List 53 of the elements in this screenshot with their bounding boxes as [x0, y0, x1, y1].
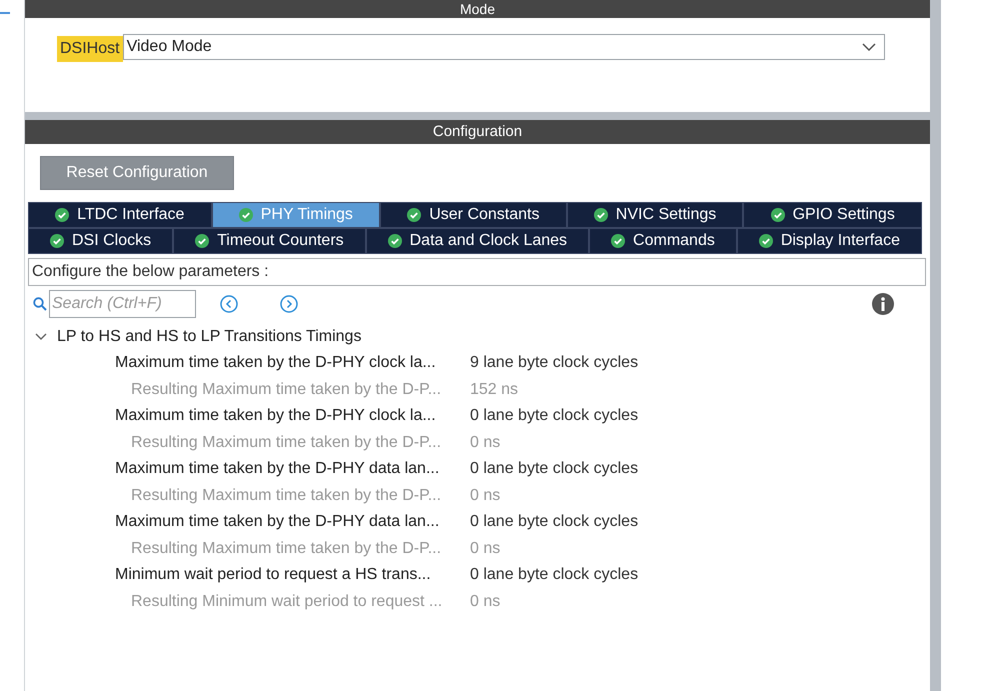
- tab[interactable]: Data and Clock Lanes: [366, 228, 590, 254]
- parameter-value[interactable]: 9 lane byte clock cycles: [470, 354, 638, 372]
- result-value: 0 ns: [470, 434, 500, 452]
- tab[interactable]: Display Interface: [736, 228, 922, 254]
- result-name: Resulting Maximum time taken by the D-P...: [131, 540, 442, 558]
- tab[interactable]: User Constants: [380, 202, 567, 228]
- check-icon: [758, 234, 773, 248]
- result-value: 0 ns: [470, 540, 500, 558]
- chevron-icon: [35, 333, 47, 341]
- result-name: Resulting Maximum time taken by the D-P...: [131, 486, 442, 505]
- result-name: Resulting Maximum time taken by the D-P...: [131, 380, 442, 399]
- check-icon: [594, 208, 608, 222]
- check-icon: [238, 208, 253, 222]
- parameter-value[interactable]: 0 lane byte clock cycles: [470, 566, 638, 584]
- result-name: Resulting Minimum wait period to request ...: [131, 592, 444, 611]
- parameter-name[interactable]: Minimum wait period to request a HS trans...: [115, 566, 470, 584]
- tab[interactable]: NVIC Settings: [566, 202, 744, 228]
- parameter-name[interactable]: Maximum time taken by the D-PHY clock la...: [115, 407, 470, 426]
- check-icon: [611, 234, 626, 248]
- parameter-name[interactable]: Maximum time taken by the D-PHY clock la...: [115, 354, 470, 372]
- parameter-value[interactable]: 0 lane byte clock cycles: [470, 407, 638, 426]
- mode-label: DSIHost: [57, 36, 123, 62]
- check-icon: [50, 234, 64, 248]
- info-icon[interactable]: [872, 293, 894, 315]
- search-field[interactable]: Search (Ctrl+F): [49, 290, 196, 318]
- tree-group[interactable]: LP to HS and HS to LP Transitions Timings: [35, 324, 930, 350]
- tab[interactable]: DSI Clocks: [28, 228, 174, 254]
- parameter-name[interactable]: Maximum time taken by the D-PHY data lan...: [115, 513, 470, 532]
- next-icon[interactable]: [280, 295, 298, 313]
- description-text: Configure the below parameters :: [28, 258, 926, 286]
- parameter-name[interactable]: Maximum time taken by the D-PHY data lan...: [115, 460, 470, 478]
- result-value: 0 ns: [470, 592, 500, 611]
- selection-marker: [0, 12, 10, 14]
- result-value: 152 ns: [470, 380, 518, 399]
- result-value: 0 ns: [470, 486, 500, 505]
- chevron-down-icon: [862, 43, 876, 51]
- check-icon: [770, 208, 785, 222]
- result-name: Resulting Maximum time taken by the D-P...: [131, 434, 442, 452]
- section-header: Mode: [25, 0, 930, 18]
- parameter-value[interactable]: 0 lane byte clock cycles: [470, 513, 638, 532]
- check-icon: [388, 234, 402, 248]
- previous-icon[interactable]: [220, 295, 238, 313]
- tab[interactable]: LTDC Interface: [28, 202, 212, 228]
- search-icon: [33, 297, 47, 311]
- tab[interactable]: Commands: [589, 228, 737, 254]
- check-icon: [195, 234, 210, 248]
- section-header: Configuration: [25, 120, 930, 144]
- check-icon: [407, 208, 422, 222]
- tab[interactable]: GPIO Settings: [743, 202, 922, 228]
- tab[interactable]: Timeout Counters: [173, 228, 366, 254]
- mode-dropdown[interactable]: Video Mode: [122, 34, 885, 60]
- check-icon: [55, 208, 70, 222]
- parameter-value[interactable]: 0 lane byte clock cycles: [470, 460, 638, 478]
